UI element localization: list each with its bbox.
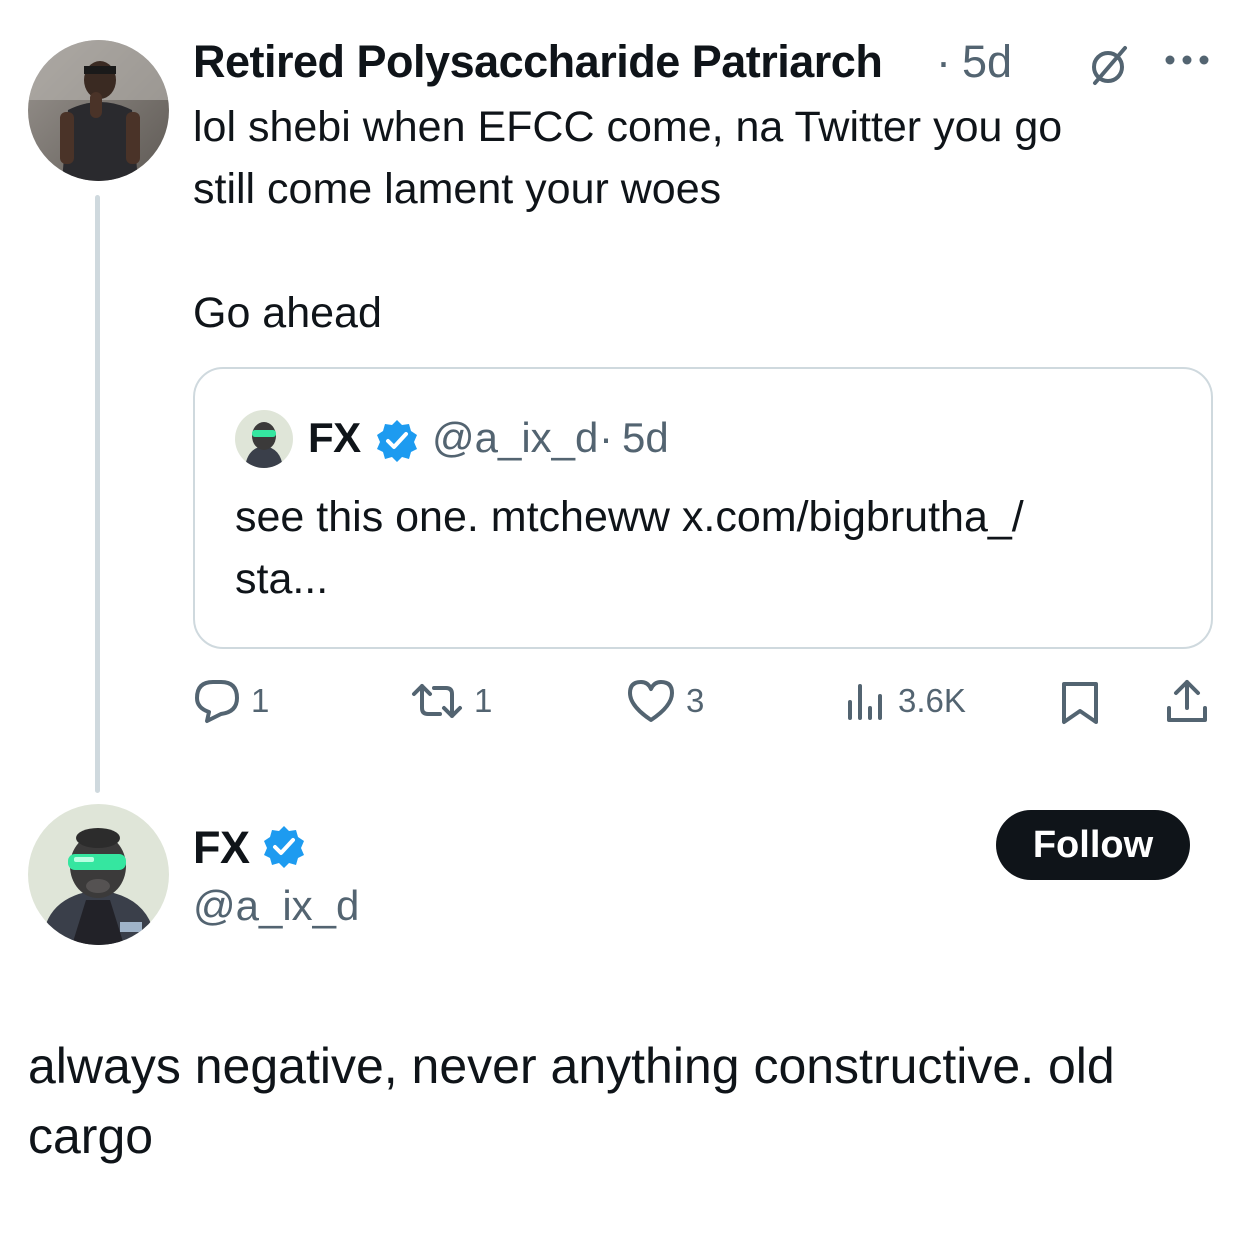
quoted-text-line-2: sta...: [235, 555, 329, 603]
reply-icon: [193, 678, 241, 724]
views-chart-icon: [844, 678, 888, 724]
quoted-text-line-1: see this one. mtcheww x.com/bigbrutha_/: [235, 493, 1024, 541]
reply-time-separator: ·: [936, 36, 951, 87]
views-count: 3.6K: [898, 682, 966, 719]
main-verified-badge-icon: [262, 824, 306, 868]
quoted-timestamp[interactable]: 5d: [622, 414, 669, 462]
repost-count: 1: [474, 682, 493, 719]
quoted-author-handle[interactable]: @a_ix_d: [432, 414, 598, 462]
repost-icon: [410, 678, 464, 724]
reply-text-line-1: lol shebi when EFCC come, na Twitter you…: [193, 103, 1063, 151]
bookmark-icon[interactable]: [1058, 680, 1102, 726]
quoted-verified-badge-icon: [375, 418, 419, 462]
main-author-name[interactable]: FX: [193, 822, 250, 874]
main-author-avatar[interactable]: [28, 804, 169, 945]
reply-author-name[interactable]: Retired Polysaccharide Patriarch: [193, 36, 883, 88]
more-options-icon[interactable]: [1164, 52, 1210, 68]
thread-connector-line: [95, 195, 100, 793]
like-count: 3: [686, 682, 705, 719]
reply-text-line-3: Go ahead: [193, 289, 382, 337]
quoted-author-name[interactable]: FX: [308, 414, 361, 462]
quoted-author-avatar[interactable]: [235, 410, 293, 468]
main-author-handle[interactable]: @a_ix_d: [193, 882, 359, 930]
grok-slash-icon[interactable]: [1085, 40, 1135, 90]
reply-text-line-2: still come lament your woes: [193, 165, 722, 213]
main-text-line-1: always negative, never anything construc…: [28, 1038, 1115, 1094]
views-button[interactable]: 3.6K: [844, 678, 966, 724]
reply-count: 1: [251, 682, 270, 719]
quoted-time-separator: ·: [599, 414, 613, 461]
reply-button[interactable]: 1: [193, 678, 269, 724]
reply-timestamp[interactable]: 5d: [962, 36, 1012, 88]
share-icon[interactable]: [1164, 678, 1210, 726]
repost-button[interactable]: 1: [410, 678, 492, 724]
heart-icon: [626, 678, 676, 724]
reply-author-avatar[interactable]: [28, 40, 169, 181]
follow-button[interactable]: Follow: [996, 810, 1190, 880]
main-text-line-2: cargo: [28, 1108, 154, 1164]
like-button[interactable]: 3: [626, 678, 704, 724]
